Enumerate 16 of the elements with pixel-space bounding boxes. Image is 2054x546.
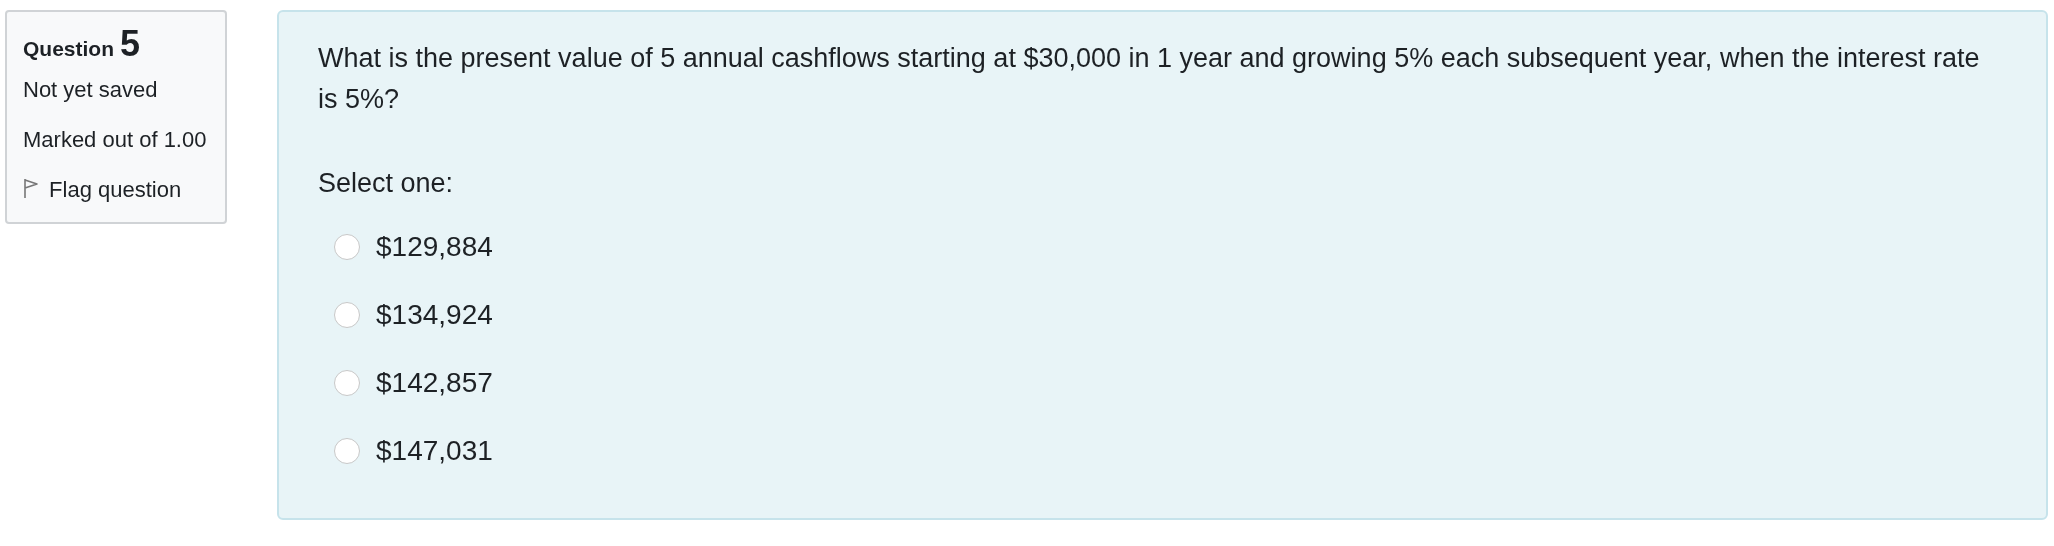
- question-label: Question: [23, 37, 114, 61]
- flag-icon: [23, 177, 39, 199]
- radio-button[interactable]: [334, 370, 360, 396]
- answer-option[interactable]: $134,924: [376, 299, 493, 331]
- question-text: What is the present value of 5 annual cashflows starting at $30,000 in 1 year and growing 5% each subsequent year, when the interest rate is 5%?: [318, 42, 1981, 116]
- radio-button[interactable]: [334, 302, 360, 328]
- select-prompt: Select one:: [318, 167, 455, 200]
- answer-option[interactable]: $147,031: [376, 435, 493, 467]
- question-number: 5: [120, 26, 141, 62]
- answer-option[interactable]: $129,884: [376, 231, 493, 263]
- save-status: Not yet saved: [23, 76, 159, 104]
- flag-question-link[interactable]: Flag question: [23, 172, 209, 208]
- radio-button[interactable]: [334, 234, 360, 260]
- answer-option[interactable]: $142,857: [376, 367, 493, 399]
- mark-text: Marked out of 1.00: [23, 126, 208, 154]
- radio-button[interactable]: [334, 438, 360, 464]
